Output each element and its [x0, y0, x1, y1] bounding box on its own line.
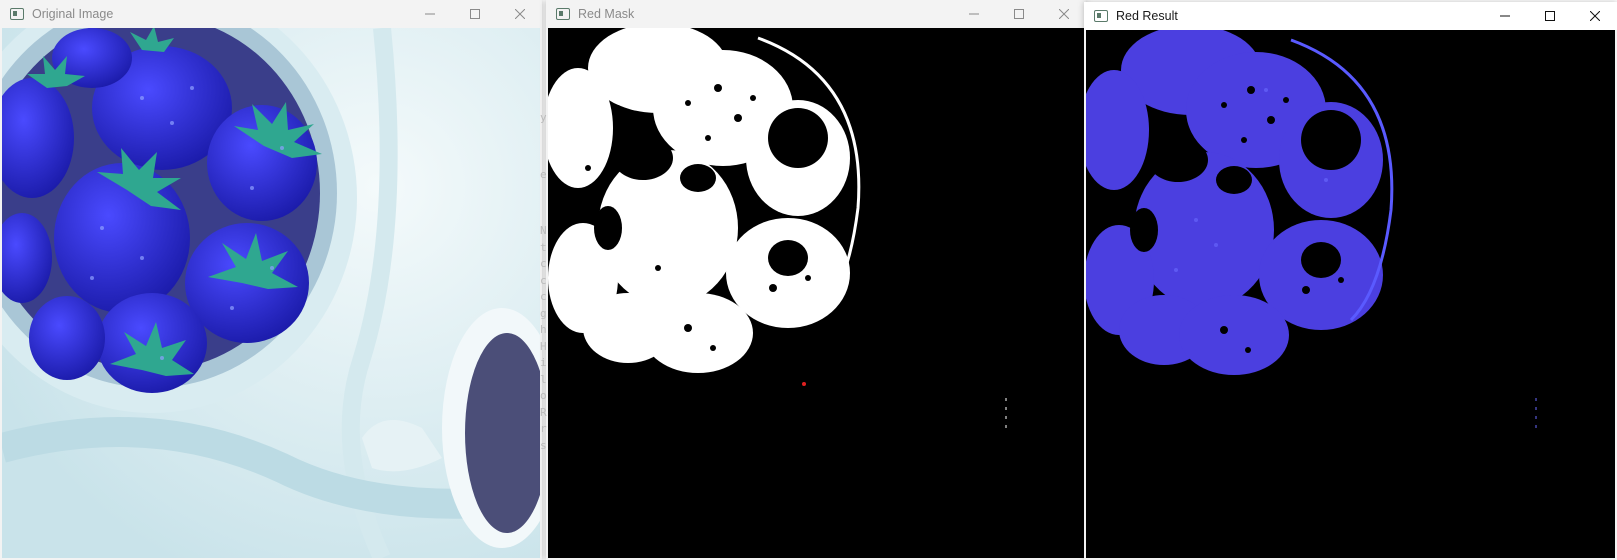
- strawberry-bowl-photo: [2, 28, 540, 558]
- close-button[interactable]: [497, 0, 542, 28]
- window-title: Original Image: [32, 7, 114, 21]
- console-char: N: [540, 224, 547, 237]
- maximize-icon: [469, 9, 480, 19]
- window-titlebar[interactable]: Red Mask: [546, 0, 1086, 28]
- window-titlebar[interactable]: Red Result: [1084, 2, 1617, 30]
- console-char: r: [540, 422, 547, 435]
- console-char: y: [540, 111, 547, 124]
- close-button[interactable]: [1572, 2, 1617, 30]
- original-image-canvas: [2, 28, 540, 558]
- minimize-button[interactable]: [1482, 2, 1527, 30]
- red-result-window[interactable]: Red Result: [1084, 2, 1617, 560]
- minimize-icon: [1499, 15, 1510, 17]
- binary-mask-image: [548, 28, 1084, 558]
- console-char: l: [540, 372, 547, 386]
- window-controls: [951, 0, 1086, 28]
- window-controls: [1482, 2, 1617, 30]
- console-char: c: [540, 290, 547, 303]
- close-icon: [514, 9, 525, 19]
- background-console-text: y e N t c c c g h H i l o R r s: [540, 110, 550, 454]
- console-char: g: [540, 306, 547, 320]
- masked-result-image: [1086, 30, 1615, 558]
- red-marker-dot: [802, 382, 806, 386]
- console-char: s: [540, 438, 547, 452]
- close-button[interactable]: [1041, 0, 1086, 28]
- console-char: o: [540, 389, 547, 402]
- window-controls: [407, 0, 542, 28]
- original-image-window[interactable]: Original Image: [0, 0, 542, 560]
- maximize-button[interactable]: [452, 0, 497, 28]
- window-title: Red Mask: [578, 7, 635, 21]
- console-char: c: [540, 273, 547, 287]
- red-mask-window[interactable]: Red Mask: [546, 0, 1086, 560]
- console-char: H: [540, 339, 547, 353]
- minimize-button[interactable]: [407, 0, 452, 28]
- red-result-canvas: [1086, 30, 1615, 558]
- red-mask-canvas: [548, 28, 1084, 558]
- app-icon: [10, 8, 24, 20]
- console-char: c: [540, 257, 547, 270]
- close-icon: [1589, 11, 1600, 21]
- console-char: h: [540, 323, 547, 336]
- window-titlebar[interactable]: Original Image: [0, 0, 542, 28]
- console-char: t: [540, 240, 547, 254]
- console-char: e: [540, 167, 547, 181]
- close-icon: [1058, 9, 1069, 19]
- app-icon: [1094, 10, 1108, 22]
- minimize-icon: [968, 13, 979, 15]
- maximize-button[interactable]: [996, 0, 1041, 28]
- app-icon: [556, 8, 570, 20]
- console-char: R: [540, 405, 547, 419]
- maximize-icon: [1544, 11, 1555, 21]
- minimize-icon: [424, 13, 435, 15]
- minimize-button[interactable]: [951, 0, 996, 28]
- window-title: Red Result: [1116, 9, 1178, 23]
- console-char: i: [540, 356, 547, 369]
- maximize-button[interactable]: [1527, 2, 1572, 30]
- maximize-icon: [1013, 9, 1024, 19]
